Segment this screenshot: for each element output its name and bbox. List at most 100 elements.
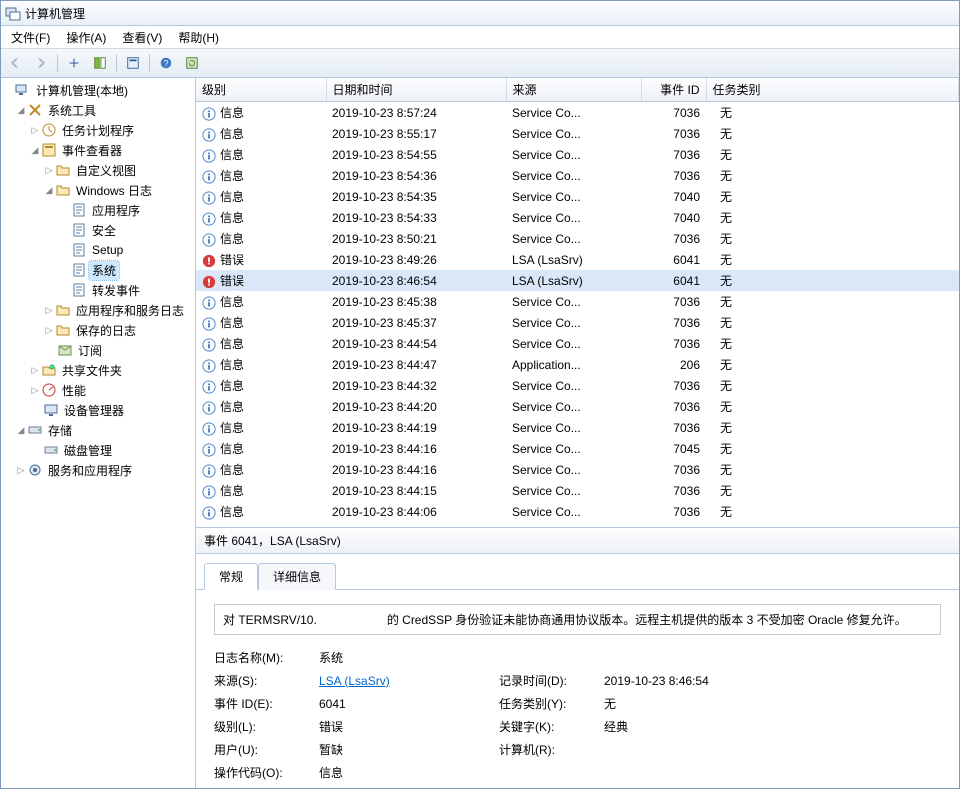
event-row[interactable]: 信息2019-10-23 8:45:38Service Co...7036无 — [196, 291, 959, 312]
info-icon — [202, 422, 216, 436]
show-hide-tree-button[interactable] — [88, 51, 112, 75]
tree-devmgr[interactable]: 设备管理器 — [1, 400, 195, 420]
expander-icon[interactable]: ◢ — [15, 424, 27, 436]
info-icon — [202, 338, 216, 352]
tree-root[interactable]: 计算机管理(本地) — [1, 80, 195, 100]
back-button[interactable] — [3, 51, 27, 75]
expander-icon[interactable]: ▷ — [15, 464, 27, 476]
menu-file[interactable]: 文件(F) — [3, 27, 58, 48]
tree-forwarded-log[interactable]: 转发事件 — [1, 280, 195, 300]
tree-app-log[interactable]: 应用程序 — [1, 200, 195, 220]
device-icon — [43, 402, 59, 418]
event-row[interactable]: 信息2019-10-23 8:44:06Service Co...7036无 — [196, 501, 959, 522]
eventvwr-icon — [41, 142, 57, 158]
tree-savedlogs[interactable]: ▷保存的日志 — [1, 320, 195, 340]
info-icon — [202, 443, 216, 457]
tree-eventvwr[interactable]: ◢事件查看器 — [1, 140, 195, 160]
col-level[interactable]: 级别 — [196, 78, 326, 102]
tree-system-log[interactable]: 系统 — [1, 260, 195, 280]
expander-icon[interactable] — [3, 84, 15, 96]
event-row[interactable]: 信息2019-10-23 8:44:20Service Co...7036无 — [196, 396, 959, 417]
expander-icon[interactable]: ▷ — [43, 304, 55, 316]
tree-perf[interactable]: ▷性能 — [1, 380, 195, 400]
info-icon — [202, 212, 216, 226]
tree-customviews[interactable]: ▷自定义视图 — [1, 160, 195, 180]
event-row[interactable]: 信息2019-10-23 8:54:33Service Co...7040无 — [196, 207, 959, 228]
expander-icon[interactable]: ◢ — [43, 184, 55, 196]
tree-storage[interactable]: ◢存储 — [1, 420, 195, 440]
info-icon — [202, 401, 216, 415]
event-message: 对 TERMSRV/10.的 CredSSP 身份验证未能协商通用协议版本。远程… — [214, 604, 941, 635]
disk-icon — [43, 442, 59, 458]
event-row[interactable]: 信息2019-10-23 8:44:54Service Co...7036无 — [196, 333, 959, 354]
prop-level-value: 错误 — [319, 718, 489, 735]
body: 计算机管理(本地) ◢系统工具 ▷任务计划程序 ◢事件查看器 ▷自定义视图 ◢W… — [1, 78, 959, 788]
event-row[interactable]: 信息2019-10-23 8:54:35Service Co...7040无 — [196, 186, 959, 207]
event-props: 日志名称(M): 系统 来源(S): LSA (LsaSrv) 记录时间(D):… — [214, 649, 941, 781]
col-source[interactable]: 来源 — [506, 78, 641, 102]
expander-icon[interactable]: ▷ — [43, 164, 55, 176]
menu-view[interactable]: 查看(V) — [114, 27, 170, 48]
col-category[interactable]: 任务类别 — [706, 78, 959, 102]
tree-systools[interactable]: ◢系统工具 — [1, 100, 195, 120]
folder-icon — [55, 182, 71, 198]
storage-icon — [27, 422, 43, 438]
tree-tasksched[interactable]: ▷任务计划程序 — [1, 120, 195, 140]
titlebar: 计算机管理 — [1, 1, 959, 26]
event-row[interactable]: 信息2019-10-23 8:54:55Service Co...7036无 — [196, 144, 959, 165]
event-table[interactable]: 级别 日期和时间 来源 事件 ID 任务类别 信息2019-10-23 8:57… — [196, 78, 959, 522]
event-row[interactable]: 信息2019-10-23 8:44:32Service Co...7036无 — [196, 375, 959, 396]
expander-icon[interactable]: ▷ — [29, 364, 41, 376]
event-row[interactable]: 信息2019-10-23 8:54:36Service Co...7036无 — [196, 165, 959, 186]
prop-level-label: 级别(L): — [214, 718, 309, 735]
tree-appsvclogs[interactable]: ▷应用程序和服务日志 — [1, 300, 195, 320]
tab-general[interactable]: 常规 — [204, 563, 258, 590]
menubar: 文件(F) 操作(A) 查看(V) 帮助(H) — [1, 26, 959, 49]
event-row[interactable]: 信息2019-10-23 8:55:17Service Co...7036无 — [196, 123, 959, 144]
expander-icon[interactable]: ◢ — [15, 104, 27, 116]
prop-logged-label: 记录时间(D): — [499, 672, 594, 689]
expander-icon[interactable]: ▷ — [29, 124, 41, 136]
tree-winlogs[interactable]: ◢Windows 日志 — [1, 180, 195, 200]
menu-action[interactable]: 操作(A) — [58, 27, 114, 48]
event-row[interactable]: 信息2019-10-23 8:44:16Service Co...7045无 — [196, 438, 959, 459]
prop-user-label: 用户(U): — [214, 741, 309, 758]
event-row[interactable]: 信息2019-10-23 8:44:47Application...206无 — [196, 354, 959, 375]
properties-button[interactable] — [121, 51, 145, 75]
refresh-button[interactable] — [180, 51, 204, 75]
event-row[interactable]: 信息2019-10-23 8:45:37Service Co...7036无 — [196, 312, 959, 333]
tree-setup-log[interactable]: Setup — [1, 240, 195, 260]
up-button[interactable] — [62, 51, 86, 75]
col-datetime[interactable]: 日期和时间 — [326, 78, 506, 102]
event-row[interactable]: 信息2019-10-23 8:44:19Service Co...7036无 — [196, 417, 959, 438]
expander-icon[interactable]: ▷ — [43, 324, 55, 336]
tab-details[interactable]: 详细信息 — [258, 563, 336, 590]
event-row[interactable]: 信息2019-10-23 8:57:24Service Co...7036无 — [196, 102, 959, 124]
event-row[interactable]: 信息2019-10-23 8:50:21Service Co...7036无 — [196, 228, 959, 249]
tree-subscriptions[interactable]: 订阅 — [1, 340, 195, 360]
log-icon — [71, 242, 87, 258]
event-row[interactable]: 错误2019-10-23 8:46:54LSA (LsaSrv)6041无 — [196, 270, 959, 291]
event-row[interactable]: 错误2019-10-23 8:49:26LSA (LsaSrv)6041无 — [196, 249, 959, 270]
info-icon — [202, 149, 216, 163]
help-button[interactable]: ? — [154, 51, 178, 75]
tree-shared[interactable]: ▷共享文件夹 — [1, 360, 195, 380]
tree-security-log[interactable]: 安全 — [1, 220, 195, 240]
nav-tree[interactable]: 计算机管理(本地) ◢系统工具 ▷任务计划程序 ◢事件查看器 ▷自定义视图 ◢W… — [1, 78, 196, 788]
event-row[interactable]: 信息2019-10-23 8:44:16Service Co...7036无 — [196, 459, 959, 480]
menu-help[interactable]: 帮助(H) — [170, 27, 227, 48]
col-eventid[interactable]: 事件 ID — [641, 78, 706, 102]
error-icon — [202, 254, 216, 268]
folder-icon — [55, 302, 71, 318]
forward-button[interactable] — [29, 51, 53, 75]
expander-icon[interactable]: ▷ — [29, 384, 41, 396]
prop-cat-value: 无 — [604, 695, 804, 712]
log-icon — [71, 262, 87, 278]
event-row[interactable]: 信息2019-10-23 8:44:15Service Co...7036无 — [196, 480, 959, 501]
expander-icon[interactable]: ◢ — [29, 144, 41, 156]
info-icon — [202, 128, 216, 142]
detail-pane: 事件 6041，LSA (LsaSrv) 常规 详细信息 对 TERMSRV/1… — [196, 528, 959, 788]
tree-diskmgmt[interactable]: 磁盘管理 — [1, 440, 195, 460]
tree-services[interactable]: ▷服务和应用程序 — [1, 460, 195, 480]
event-list-wrap[interactable]: 级别 日期和时间 来源 事件 ID 任务类别 信息2019-10-23 8:57… — [196, 78, 959, 528]
